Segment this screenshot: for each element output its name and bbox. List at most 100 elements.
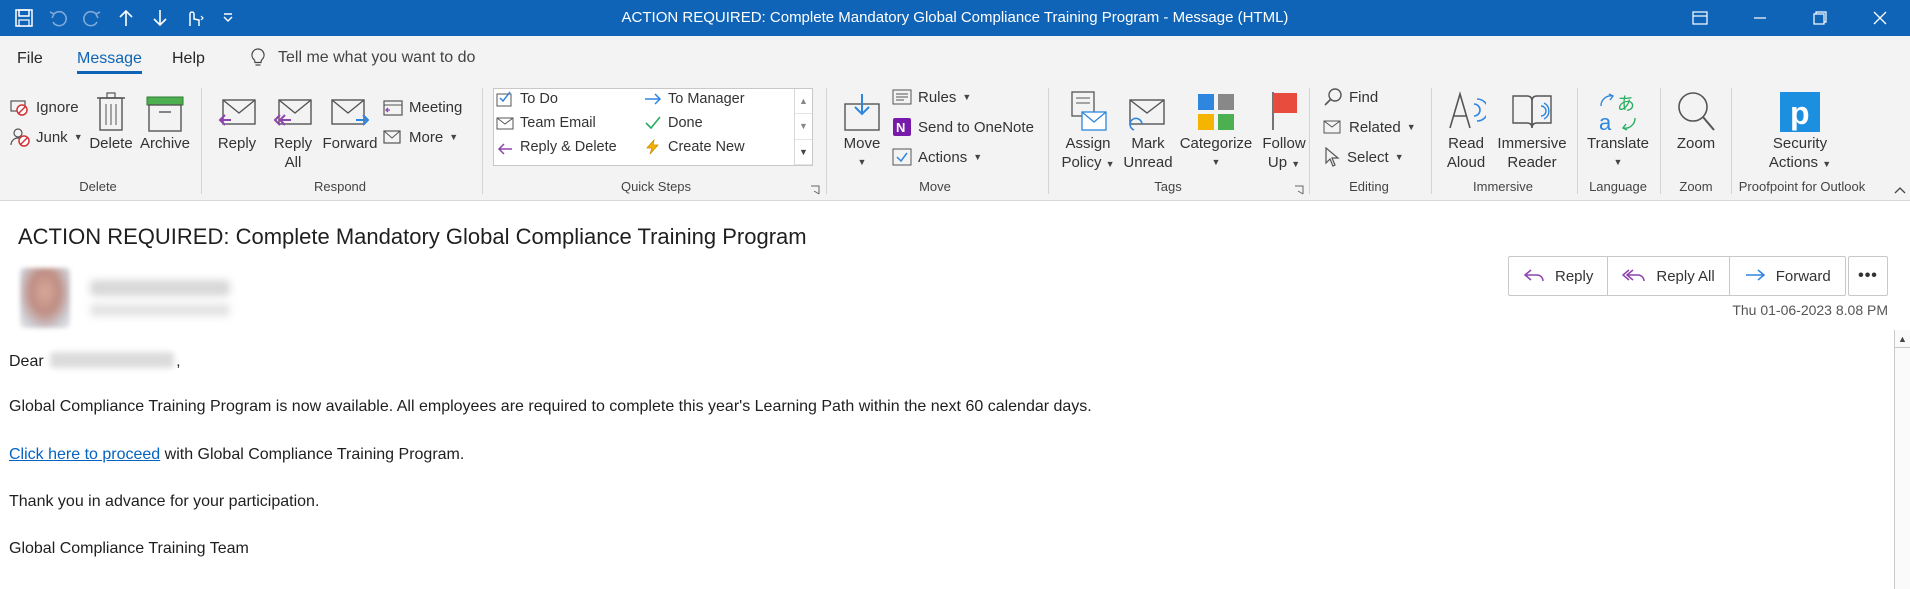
quick-step-create-new[interactable]: Create New [644, 139, 745, 155]
find-label: Find [1349, 88, 1379, 106]
more-options-button[interactable]: ••• [1848, 256, 1888, 296]
reply-arrow-icon [1523, 269, 1544, 282]
reply-delete-label: Reply & Delete [520, 139, 617, 155]
rules-button[interactable]: Rules ▼ [892, 86, 971, 108]
zoom-button[interactable]: Zoom [1666, 86, 1726, 153]
reply-all-button[interactable]: Reply All [268, 86, 318, 172]
assign-policy-button[interactable]: Assign Policy ▼ [1058, 86, 1118, 174]
security-actions-text: Actions [1768, 154, 1819, 171]
tab-message[interactable]: Message [77, 50, 142, 74]
svg-text:N: N [896, 120, 905, 135]
proceed-link[interactable]: Click here to proceed [9, 446, 160, 463]
tell-me-placeholder: Tell me what you want to do [278, 49, 476, 66]
mark-unread-button[interactable]: Mark Unread [1120, 86, 1176, 172]
ribbon-display-icon[interactable] [1670, 0, 1730, 36]
close-icon[interactable] [1850, 0, 1910, 36]
dialog-launcher-icon[interactable] [810, 182, 820, 200]
paragraph-link-suffix: with Global Compliance Training Program. [160, 446, 465, 463]
security-actions-label-2: Actions ▼ [1769, 153, 1831, 174]
quick-step-done[interactable]: Done [644, 115, 703, 131]
svg-text:p: p [1790, 95, 1810, 131]
header-forward-button[interactable]: Forward [1730, 257, 1845, 295]
actions-button[interactable]: Actions ▼ [892, 146, 982, 168]
scroll-down-icon[interactable]: ▼ [795, 114, 812, 140]
create-new-label: Create New [668, 139, 745, 155]
reply-icon [218, 99, 256, 126]
forward-button[interactable]: Forward [322, 86, 378, 153]
message-subject: ACTION REQUIRED: Complete Mandatory Glob… [18, 224, 807, 249]
paragraph-link: Click here to proceed with Global Compli… [9, 446, 464, 464]
quick-step-to-do[interactable]: To Do [496, 91, 558, 107]
expand-gallery-icon[interactable]: ▼ [795, 140, 812, 165]
archive-button[interactable]: Archive [138, 86, 192, 153]
group-label-zoom: Zoom [1679, 179, 1713, 194]
actions-label: Actions [918, 148, 968, 166]
group-label-move: Move [919, 179, 951, 194]
meeting-button[interactable]: Meeting [383, 96, 462, 118]
junk-label: Junk [36, 128, 68, 146]
scroll-up-icon[interactable]: ▲ [1895, 330, 1910, 348]
categorize-icon [1198, 94, 1234, 130]
rules-icon [892, 89, 912, 105]
message-scrollbar[interactable]: ▲ [1894, 330, 1910, 589]
categorize-button[interactable]: Categorize ▼ [1176, 86, 1256, 172]
chevron-down-icon: ▼ [1211, 157, 1221, 167]
window-controls [1670, 0, 1910, 36]
recipient-name-redacted [50, 352, 175, 368]
more-respond-icon [383, 130, 401, 144]
tell-me-search[interactable]: Tell me what you want to do [250, 48, 475, 68]
find-button[interactable]: Find [1323, 86, 1378, 108]
reply-button[interactable]: Reply [212, 86, 262, 153]
more-label: More [409, 128, 444, 146]
group-label-tags: Tags [1154, 179, 1182, 194]
immersive-reader-label-2: Reader [1507, 154, 1557, 171]
quick-step-to-manager[interactable]: To Manager [644, 91, 745, 107]
quick-steps-scrollbar[interactable]: ▲ ▼ ▼ [794, 89, 812, 165]
follow-up-text: Up [1267, 154, 1288, 171]
collapse-ribbon-icon[interactable] [1893, 182, 1907, 200]
greeting-text: Dear [9, 353, 44, 370]
junk-button[interactable]: Junk ▼ [10, 126, 83, 148]
window-title: ACTION REQUIRED: Complete Mandatory Glob… [621, 9, 1289, 26]
tab-file[interactable]: File [17, 50, 43, 68]
move-label: Move [843, 135, 881, 152]
reply-delete-icon [497, 143, 512, 155]
select-button[interactable]: Select ▼ [1323, 146, 1404, 168]
header-reply-button[interactable]: Reply [1509, 257, 1609, 295]
translate-button[interactable]: aあ Translate ▼ [1582, 86, 1654, 172]
read-aloud-button[interactable]: Read Aloud [1440, 86, 1492, 172]
lightning-icon [646, 139, 659, 155]
move-button[interactable]: Move ▼ [837, 86, 887, 172]
chevron-down-icon: ▼ [1613, 157, 1623, 167]
assign-policy-label-2: Policy ▼ [1061, 153, 1114, 174]
follow-up-button[interactable]: Follow Up ▼ [1256, 86, 1312, 174]
delete-button[interactable]: Delete [88, 86, 134, 153]
reply-all-label-2: All [284, 154, 302, 171]
related-button[interactable]: Related ▼ [1323, 116, 1416, 138]
scroll-up-icon[interactable]: ▲ [795, 89, 812, 115]
assign-policy-text: Policy [1061, 154, 1102, 171]
flag-icon [1272, 92, 1297, 130]
signature: Global Compliance Training Team [9, 540, 249, 557]
tab-help[interactable]: Help [172, 50, 205, 68]
ignore-button[interactable]: Ignore [10, 96, 79, 118]
to-manager-label: To Manager [668, 91, 745, 107]
security-actions-button[interactable]: p Security Actions ▼ [1750, 86, 1850, 174]
chevron-down-icon: ▼ [449, 132, 459, 142]
restore-icon[interactable] [1790, 0, 1850, 36]
forward-label: Forward [322, 135, 378, 152]
immersive-reader-button[interactable]: Immersive Reader [1496, 86, 1568, 172]
dialog-launcher-icon[interactable] [1294, 182, 1304, 200]
group-label-editing: Editing [1349, 179, 1389, 194]
group-label-delete: Delete [79, 179, 117, 194]
send-to-onenote-button[interactable]: N Send to OneNote [892, 116, 1034, 138]
minimize-icon[interactable] [1730, 0, 1790, 36]
header-reply-all-button[interactable]: Reply All [1608, 257, 1730, 295]
mark-unread-icon [1129, 99, 1165, 131]
more-respond-button[interactable]: More ▼ [383, 126, 458, 148]
sender-avatar[interactable] [20, 268, 70, 328]
quick-step-team-email[interactable]: Team Email [496, 115, 596, 131]
quick-step-reply-delete[interactable]: Reply & Delete [496, 139, 617, 155]
onenote-icon: N [893, 118, 911, 136]
chevron-down-icon: ▼ [1822, 159, 1832, 169]
